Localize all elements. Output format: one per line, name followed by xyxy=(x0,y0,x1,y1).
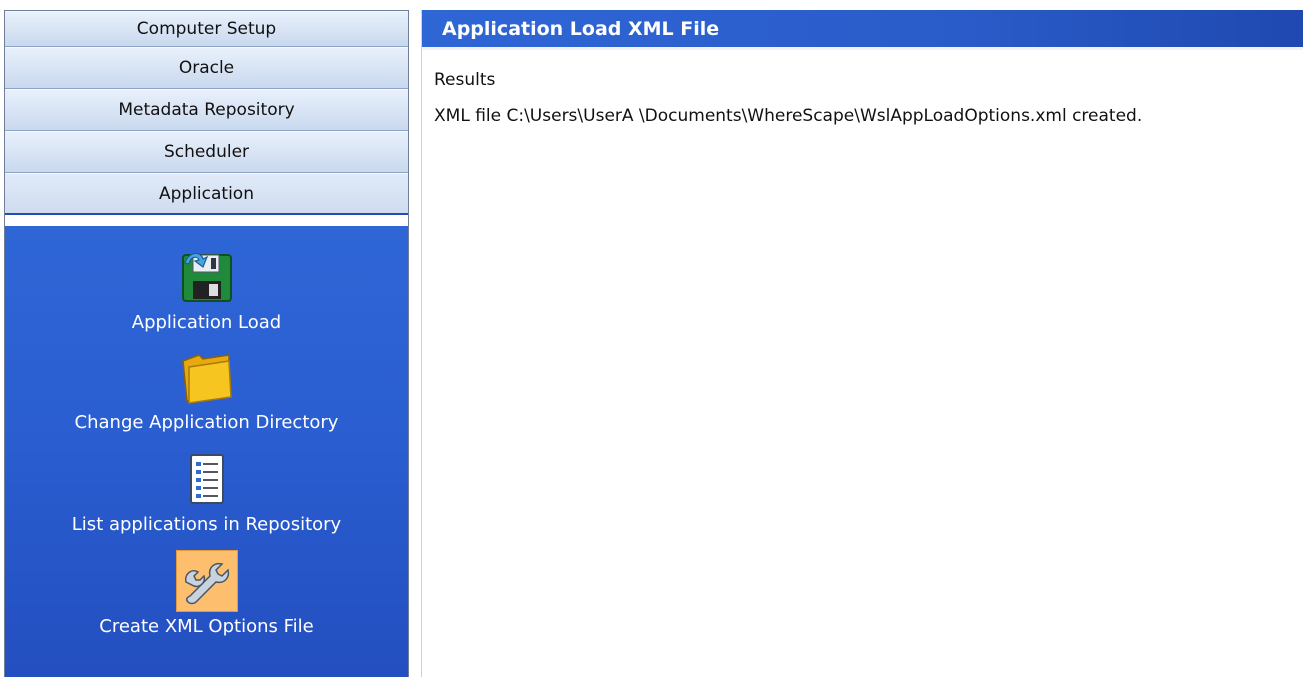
results-heading: Results xyxy=(434,70,496,90)
tool-label: Change Application Directory xyxy=(74,412,339,433)
document-list-icon xyxy=(176,448,238,510)
application-tools-panel: Application Load Change Application Dire… xyxy=(5,226,408,677)
floppy-disk-load-icon xyxy=(176,246,238,308)
folder-icon xyxy=(176,346,238,408)
main-title-bar: Application Load XML File xyxy=(422,10,1303,50)
nav-header-application[interactable]: Application xyxy=(5,173,408,215)
nav-header-oracle[interactable]: Oracle xyxy=(5,47,408,89)
nav-header-scheduler[interactable]: Scheduler xyxy=(5,131,408,173)
wrench-icon xyxy=(175,550,238,612)
tool-list-applications[interactable]: List applications in Repository xyxy=(5,448,408,535)
nav-header-label: Metadata Repository xyxy=(118,100,295,120)
tool-label: Create XML Options File xyxy=(99,616,314,637)
tool-label: Application Load xyxy=(131,312,282,333)
main-pane: Application Load XML File Results XML fi… xyxy=(421,10,1303,677)
navigation-sidebar: Computer Setup Oracle Metadata Repositor… xyxy=(4,10,409,677)
nav-header-computer-setup[interactable]: Computer Setup xyxy=(5,11,408,47)
nav-header-label: Computer Setup xyxy=(136,19,277,39)
nav-header-label: Application xyxy=(159,183,254,204)
page-title: Application Load XML File xyxy=(442,17,720,40)
nav-header-label: Scheduler xyxy=(163,142,250,162)
tool-application-load[interactable]: Application Load xyxy=(5,246,408,333)
results-message: XML file C:\Users\UserA \Documents\Where… xyxy=(434,106,1143,126)
results-area: Results XML file C:\Users\UserA \Documen… xyxy=(422,50,1303,146)
nav-header-metadata-repository[interactable]: Metadata Repository xyxy=(5,89,408,131)
nav-header-label: Oracle xyxy=(178,58,235,78)
tool-create-xml-options-file[interactable]: Create XML Options File xyxy=(5,550,408,637)
tool-change-application-directory[interactable]: Change Application Directory xyxy=(5,346,408,433)
tool-label: List applications in Repository xyxy=(71,514,342,535)
